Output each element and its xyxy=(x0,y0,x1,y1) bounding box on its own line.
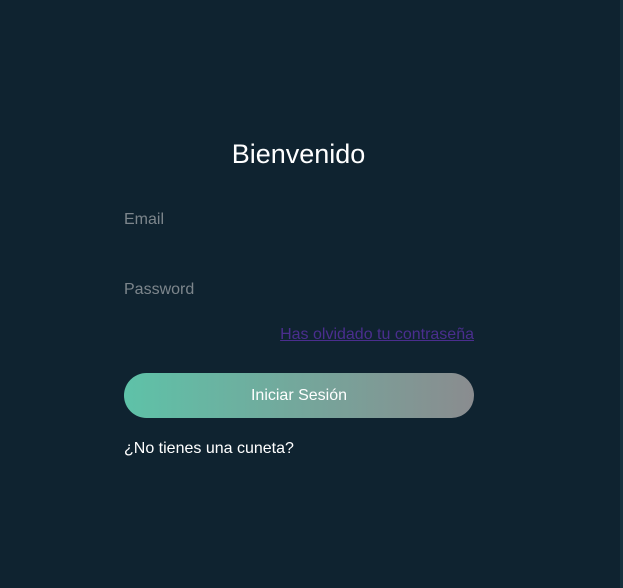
page-title: Bienvenido xyxy=(231,139,366,169)
login-button[interactable]: Iniciar Sesión xyxy=(124,373,474,418)
email-field[interactable] xyxy=(124,207,474,233)
login-page: Bienvenido Has olvidado tu contraseña In… xyxy=(0,0,623,588)
signup-link[interactable]: ¿No tienes una cuneta? xyxy=(124,440,294,458)
password-field[interactable] xyxy=(124,277,474,303)
forgot-password-link[interactable]: Has olvidado tu contraseña xyxy=(124,326,474,344)
